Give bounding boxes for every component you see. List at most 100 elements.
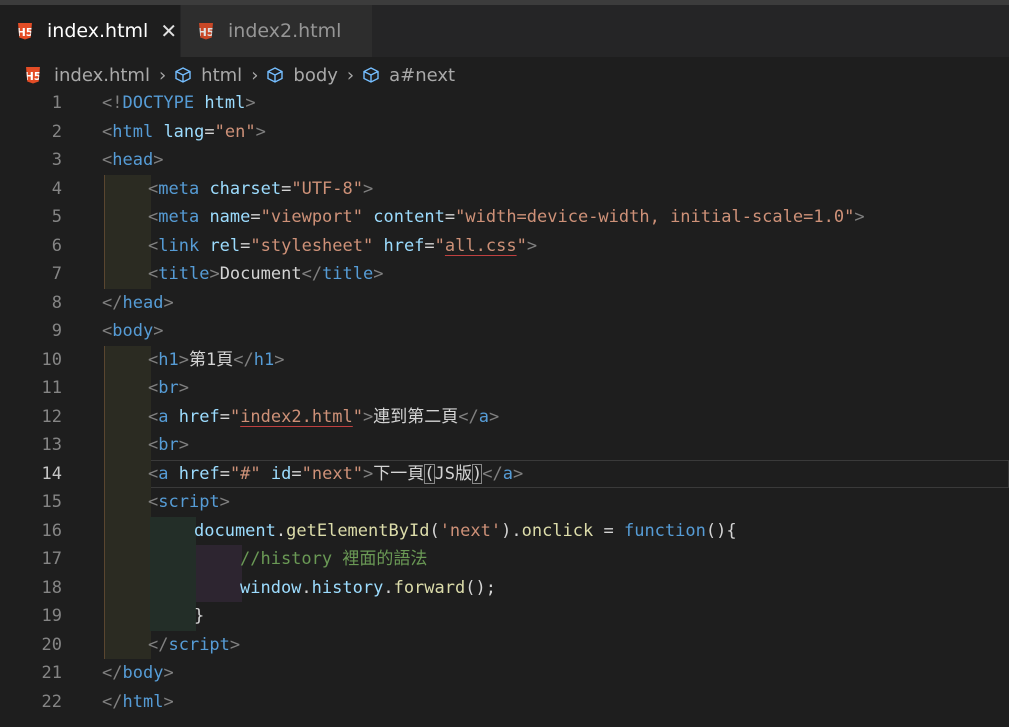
indent-guide <box>104 630 151 659</box>
line-code: window.history.forward(); <box>240 577 496 598</box>
tab-label: index2.html <box>228 20 342 42</box>
breadcrumb-file[interactable]: H5 index.html <box>26 65 150 86</box>
bracket-match: ( <box>424 463 435 484</box>
breadcrumb-file-label: index.html <box>54 64 150 86</box>
code-line: 9 <body> <box>0 317 1009 346</box>
line-code: <br> <box>148 435 189 455</box>
indent-guide <box>150 573 196 602</box>
close-icon[interactable]: ✕ <box>160 19 177 43</box>
indent-guide <box>104 516 151 545</box>
line-code: <meta charset="UTF-8"> <box>148 178 374 199</box>
line-number: 7 <box>51 264 62 284</box>
breadcrumb-item-html[interactable]: html <box>175 65 242 86</box>
line-number: 19 <box>41 606 62 626</box>
code-line: 19 } <box>0 602 1009 631</box>
code-line: 17 //history 裡面的語法 <box>0 545 1009 574</box>
code-line: 11 <br> <box>0 374 1009 403</box>
code-line: 21 </body> <box>0 659 1009 688</box>
indent-guide <box>104 260 151 289</box>
indent-guide <box>104 174 151 203</box>
line-code: <a href="#" id="next">下一頁(JS版)</a> <box>148 463 524 484</box>
line-code: <link rel="stylesheet" href="all.css"> <box>148 235 538 256</box>
symbol-cube-icon <box>267 67 284 83</box>
code-line: 5 <meta name="viewport" content="width=d… <box>0 203 1009 232</box>
indent-guide <box>104 545 151 574</box>
chevron-right-icon: › <box>346 64 355 86</box>
indent-guide <box>104 431 151 460</box>
breadcrumb-item-a-next[interactable]: a#next <box>363 65 455 86</box>
line-number: 2 <box>51 121 62 142</box>
link-all-css[interactable]: all.css <box>445 236 517 256</box>
line-code: </script> <box>148 634 241 655</box>
line-code: <meta name="viewport" content="width=dev… <box>148 207 865 227</box>
line-number: 6 <box>51 235 62 256</box>
code-line: 4 <meta charset="UTF-8"> <box>0 174 1009 203</box>
breadcrumb-label: body <box>293 64 338 86</box>
line-number: 21 <box>41 663 62 683</box>
line-number: 17 <box>41 549 62 569</box>
line-number: 13 <box>41 435 62 455</box>
code-line: 6 <link rel="stylesheet" href="all.css"> <box>0 231 1009 260</box>
line-code: //history 裡面的語法 <box>240 549 428 569</box>
line-code: <script> <box>148 492 230 512</box>
indent-guide <box>150 516 196 545</box>
chevron-right-icon: › <box>158 64 167 86</box>
indent-guide <box>104 602 151 631</box>
indent-guide <box>104 573 151 602</box>
indent-guide <box>104 402 151 431</box>
symbol-cube-icon <box>363 67 379 83</box>
code-line: 22 </html> <box>0 688 1009 717</box>
breadcrumb-label: a#next <box>389 64 456 86</box>
indent-guide <box>104 374 151 403</box>
breadcrumb: H5 index.html › html › body › a#next <box>0 57 1009 93</box>
breadcrumb-item-body[interactable]: body <box>267 65 338 86</box>
indent-guide <box>150 602 196 631</box>
line-number: 9 <box>51 321 62 341</box>
indent-guide <box>104 345 151 374</box>
breadcrumb-label: html <box>201 64 243 86</box>
code-line: 7 <title>Document</title> <box>0 260 1009 289</box>
line-number: 20 <box>41 634 62 655</box>
line-code: </head> <box>102 292 174 313</box>
line-code: <a href="index2.html">連到第二頁</a> <box>148 406 500 427</box>
code-line: 15 <script> <box>0 488 1009 517</box>
tab-index2-html[interactable]: H5 index2.html <box>180 5 372 57</box>
line-number: 8 <box>51 292 62 313</box>
indent-guide <box>196 573 242 602</box>
link-index2-html[interactable]: index2.html <box>240 407 353 427</box>
line-number: 18 <box>41 577 62 598</box>
line-code: } <box>194 606 205 626</box>
indent-guide <box>104 203 151 232</box>
code-line: 8 </head> <box>0 289 1009 318</box>
line-code: <title>Document</title> <box>148 264 384 284</box>
line-number: 22 <box>41 691 62 712</box>
code-line: 13 <br> <box>0 431 1009 460</box>
tab-label: index.html <box>47 20 149 42</box>
line-code: <!DOCTYPE html> <box>102 93 256 113</box>
line-code: document.getElementById('next').onclick … <box>194 520 737 541</box>
indent-guide <box>104 459 151 488</box>
html5-icon: H5 <box>26 66 40 84</box>
code-line: 20 </script> <box>0 630 1009 659</box>
code-line-current: 14 <a href="#" id="next">下一頁(JS版)</a> <box>0 459 1009 488</box>
line-number: 11 <box>41 378 62 398</box>
code-line: 12 <a href="index2.html">連到第二頁</a> <box>0 402 1009 431</box>
line-code: <body> <box>102 321 164 341</box>
line-number: 16 <box>41 520 62 541</box>
code-line: 10 <h1>第1頁</h1> <box>0 345 1009 374</box>
code-line: 16 document.getElementById('next').oncli… <box>0 516 1009 545</box>
line-code: <html lang="en"> <box>102 121 266 142</box>
html5-icon: H5 <box>18 22 32 40</box>
line-code: <br> <box>148 378 189 398</box>
tab-index-html[interactable]: H5 index.html ✕ <box>0 5 180 57</box>
line-number: 3 <box>51 150 62 170</box>
line-number: 1 <box>51 93 62 113</box>
line-code: <h1>第1頁</h1> <box>148 349 285 370</box>
chevron-right-icon: › <box>251 64 259 86</box>
code-editor[interactable]: 1 <!DOCTYPE html> 2 <html lang="en"> 3 <… <box>0 89 1009 716</box>
symbol-cube-icon <box>175 67 191 83</box>
code-line: 1 <!DOCTYPE html> <box>0 89 1009 118</box>
editor-tab-bar: H5 index.html ✕ H5 index2.html <box>0 5 1009 57</box>
line-number: 5 <box>51 207 62 227</box>
line-number: 12 <box>41 406 62 427</box>
